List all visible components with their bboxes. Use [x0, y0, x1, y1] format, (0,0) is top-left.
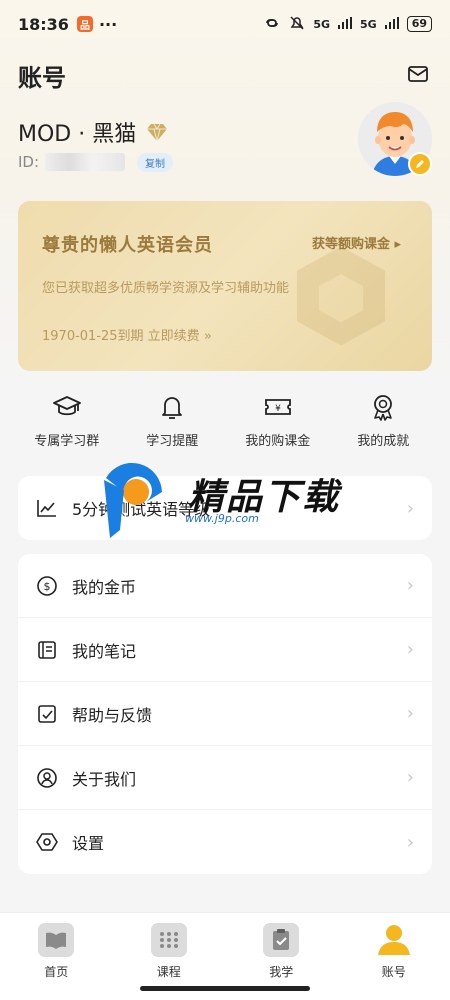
copy-id-button[interactable]: 复制	[137, 153, 173, 172]
quick-achievements[interactable]: 我的成就	[333, 392, 433, 454]
menu-item-settings[interactable]: 设置 ›	[18, 810, 432, 874]
quick-study-reminder[interactable]: 学习提醒	[122, 392, 222, 454]
bell-icon	[162, 397, 183, 419]
coin-icon: $	[36, 575, 58, 597]
tab-home[interactable]: 首页	[0, 913, 113, 1000]
quick-label: 我的购课金	[245, 434, 311, 449]
profile-name-text: MOD · 黑猫	[18, 122, 137, 147]
quick-course-credit[interactable]: ¥ 我的购课金	[228, 392, 328, 454]
home-indicator[interactable]	[140, 986, 310, 991]
quick-label: 专属学习群	[34, 434, 100, 449]
user-circle-icon	[36, 767, 58, 789]
settings-menu-card: $ 我的金币 › 我的笔记 › 帮助与反馈 › 关于我们 › 设置 ›	[18, 554, 432, 874]
person-icon	[376, 923, 412, 957]
chevron-right-icon: ›	[406, 575, 414, 596]
vip-renew-link[interactable]: 1970-01-25到期 立即续费 »	[42, 325, 212, 344]
status-time: 18:36	[18, 14, 69, 34]
vip-title: 尊贵的懒人英语会员	[42, 235, 213, 256]
vip-purchase-credit-link[interactable]: 获等额购课金 ▸	[312, 233, 401, 252]
quick-label: 学习提醒	[146, 434, 199, 449]
feedback-icon	[36, 703, 58, 725]
tab-label: 课程	[156, 965, 181, 979]
settings-icon	[36, 831, 58, 853]
signal-bars-icon-2	[384, 16, 399, 32]
link-icon	[263, 16, 281, 33]
page-title: 账号	[18, 64, 66, 92]
chevron-right-icon: ›	[406, 831, 414, 853]
chevron-right-icon: ›	[406, 497, 414, 519]
quick-label: 我的成就	[357, 434, 410, 449]
user-id-value-redacted	[45, 153, 126, 171]
trend-chart-icon	[36, 497, 58, 519]
mail-icon[interactable]	[406, 62, 430, 86]
menu-item-about[interactable]: 关于我们 ›	[18, 746, 432, 810]
status-bar: 18:36 品 ··· 5G 5G 69	[0, 0, 450, 48]
vip-description: 您已获取超多优质畅学资源及学习辅助功能	[42, 281, 290, 296]
tab-label: 首页	[44, 965, 69, 979]
book-icon	[38, 923, 75, 957]
profile-name: MOD · 黑猫	[18, 116, 168, 148]
menu-item-feedback[interactable]: 帮助与反馈 ›	[18, 682, 432, 746]
more-notifications-icon: ···	[98, 14, 118, 34]
signal-icon-1: 5G	[313, 17, 330, 31]
tab-label: 我学	[269, 965, 294, 979]
chevron-right-icon: ›	[406, 703, 414, 724]
signal-bars-icon	[338, 16, 352, 32]
signal-icon-2: 5G	[360, 17, 377, 31]
graduation-cap-icon	[52, 396, 81, 416]
user-id-label: ID:	[18, 153, 40, 171]
menu-item-coins[interactable]: $ 我的金币 ›	[18, 554, 432, 618]
coupon-icon: ¥	[264, 399, 291, 415]
battery-icon: 69	[406, 16, 432, 32]
quick-actions: 专属学习群 学习提醒 ¥ 我的购课金 我的成就	[14, 392, 436, 454]
mute-icon	[289, 15, 305, 34]
user-id: ID:	[18, 153, 126, 171]
tab-account[interactable]: 账号	[338, 913, 450, 1000]
notebook-icon	[36, 639, 58, 661]
chevron-right-icon: ›	[406, 767, 414, 788]
svg-text:¥: ¥	[275, 404, 281, 414]
vip-diamond-icon[interactable]	[146, 122, 168, 142]
grid-icon	[150, 923, 187, 957]
svg-text:$: $	[44, 580, 51, 593]
vip-card[interactable]: 尊贵的懒人英语会员 获等额购课金 ▸ 您已获取超多优质畅学资源及学习辅助功能 1…	[18, 201, 432, 371]
quick-study-group[interactable]: 专属学习群	[17, 392, 117, 454]
watermark-url: www.j9p.com	[185, 512, 259, 525]
vip-cube-watermark-icon	[297, 246, 385, 346]
tab-label: 账号	[381, 965, 406, 979]
status-icons: 5G 5G 69	[263, 15, 432, 34]
menu-item-notes[interactable]: 我的笔记 ›	[18, 618, 432, 682]
menu-item-label: 帮助与反馈	[72, 705, 153, 725]
chevron-right-icon: ›	[406, 639, 414, 660]
menu-item-label: 关于我们	[72, 769, 137, 789]
menu-item-label: 我的笔记	[72, 641, 137, 661]
menu-item-label: 我的金币	[72, 577, 137, 597]
app-notification-icon: 品	[76, 16, 93, 32]
medal-icon	[374, 395, 393, 421]
menu-item-label: 设置	[72, 834, 105, 853]
edit-avatar-icon[interactable]	[408, 152, 432, 176]
clipboard-check-icon	[263, 923, 300, 957]
